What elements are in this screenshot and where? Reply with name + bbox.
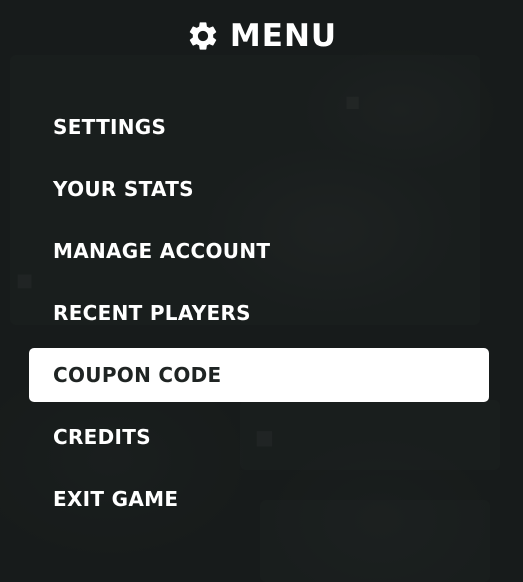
- menu-item-credits[interactable]: CREDITS: [29, 410, 489, 464]
- menu-item-label: YOUR STATS: [53, 177, 194, 201]
- menu-item-label: CREDITS: [53, 425, 151, 449]
- menu-item-recent-players[interactable]: RECENT PLAYERS: [29, 286, 489, 340]
- menu-item-coupon-code[interactable]: COUPON CODE: [29, 348, 489, 402]
- menu-title: MENU: [229, 18, 338, 54]
- menu-item-exit-game[interactable]: EXIT GAME: [29, 472, 489, 526]
- menu-item-label: MANAGE ACCOUNT: [53, 239, 271, 263]
- menu-item-settings[interactable]: SETTINGS: [29, 100, 489, 154]
- menu-item-label: COUPON CODE: [53, 363, 222, 387]
- menu-item-manage-account[interactable]: MANAGE ACCOUNT: [29, 224, 489, 278]
- menu-item-label: RECENT PLAYERS: [53, 301, 251, 325]
- menu-item-label: SETTINGS: [53, 115, 167, 139]
- menu-item-label: EXIT GAME: [53, 487, 179, 511]
- menu-item-your-stats[interactable]: YOUR STATS: [29, 162, 489, 216]
- gear-icon: [189, 22, 217, 50]
- menu-header: MENU: [0, 16, 523, 56]
- menu-list: SETTINGS YOUR STATS MANAGE ACCOUNT RECEN…: [29, 100, 489, 534]
